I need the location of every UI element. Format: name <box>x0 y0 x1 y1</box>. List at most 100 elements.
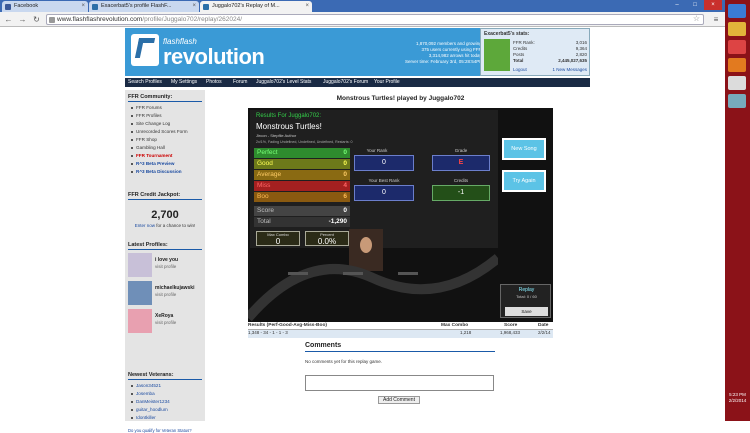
enter-text: for a chance to win! <box>156 223 196 228</box>
community-title: FFR Community: <box>128 94 173 100</box>
score-label: Score <box>257 207 274 214</box>
new-song-button[interactable]: New Song <box>502 138 546 160</box>
nav-my-settings[interactable]: My Settings <box>171 78 197 87</box>
site-stats: 1,870,092 members and growing! 375 users… <box>393 41 483 65</box>
profile-name[interactable]: i love you <box>155 257 178 263</box>
stat-row: Total 2,445,027,635 <box>513 58 589 63</box>
link-text[interactable]: Site Change Log <box>136 121 170 126</box>
tab-facebook[interactable]: Facebook × <box>2 1 88 12</box>
table-row: 1,348 - 34 - 1 - 1 - 3 1,218 1,968,433 2… <box>248 330 553 338</box>
ie-icon[interactable] <box>728 4 746 18</box>
logout-link[interactable]: Logout <box>513 67 527 72</box>
maximize-icon[interactable]: □ <box>686 0 704 10</box>
nav-forum[interactable]: Forum <box>233 78 247 87</box>
save-button[interactable]: Save <box>505 307 548 316</box>
judgement-label: Perfect <box>257 149 278 156</box>
app-icon[interactable] <box>728 94 746 108</box>
app-icon[interactable] <box>728 76 746 90</box>
tab-replay[interactable]: Juggalo702's Replay of M... × <box>200 1 312 12</box>
bullet-icon <box>131 170 133 173</box>
header-score: Score <box>504 323 518 328</box>
veteran-link: Idontkiller <box>131 415 156 420</box>
system-clock[interactable]: 5:23 PM 2/2/2014 <box>725 392 750 404</box>
best-rank-value: 0 <box>354 185 414 201</box>
minimize-icon[interactable]: – <box>668 0 686 10</box>
add-comment-button[interactable]: Add Comment <box>378 396 420 404</box>
link-text[interactable]: Idontkiller <box>136 415 156 420</box>
link-text[interactable]: FFR Tournament <box>136 153 172 158</box>
comment-input[interactable] <box>305 375 494 391</box>
link-text[interactable]: FFR Forums <box>136 105 162 110</box>
link-text[interactable]: Gambling Hall <box>136 145 165 150</box>
close-icon[interactable]: × <box>305 1 309 12</box>
close-icon[interactable]: × <box>81 1 85 12</box>
menu-icon[interactable]: ≡ <box>711 14 721 25</box>
link-text[interactable]: R^3 Beta Preview <box>136 161 174 166</box>
percent-box: Percent 0.0% <box>305 231 349 246</box>
link-text[interactable]: Jason34521 <box>136 383 161 388</box>
replay-total: Total: 0 / 60 <box>516 294 537 299</box>
rank-value: 0 <box>354 155 414 171</box>
chrome-icon[interactable] <box>728 40 746 54</box>
veteran-status-link[interactable]: Do you qualify for Veteran Status? <box>128 428 192 433</box>
reload-icon[interactable]: ↻ <box>31 14 42 25</box>
visit-profile-link[interactable]: visit profile <box>155 264 176 269</box>
link-text[interactable]: FFR Profiles <box>136 113 162 118</box>
profile-name[interactable]: XeRoya <box>155 313 173 319</box>
link-text[interactable]: R^3 Beta Discussion <box>136 169 182 174</box>
firefox-icon[interactable] <box>728 58 746 72</box>
nav-search-profiles[interactable]: Search Profiles <box>128 78 162 87</box>
latest-profile[interactable]: XeRoya visit profile <box>128 309 202 333</box>
messages-link[interactable]: 1 New Messages <box>552 67 587 72</box>
profile-picture[interactable] <box>128 309 152 333</box>
user-avatar[interactable] <box>484 39 510 71</box>
total-value: -1,290 <box>328 218 347 225</box>
nav-level-stats[interactable]: Juggalo702's Level Stats <box>256 78 311 87</box>
star-icon[interactable]: ☆ <box>693 15 700 24</box>
enter-now-link[interactable]: Enter now <box>135 223 155 228</box>
note-lanes-graphic <box>248 254 498 322</box>
veteran-link: guitar_hoodlum <box>131 407 168 412</box>
site-header: flashflash revolution 1,870,092 members … <box>125 28 590 76</box>
cell-score: 1,968,433 <box>500 330 521 335</box>
nav-your-profile[interactable]: Your Profile <box>374 78 400 87</box>
max-combo-box: Max Combo 0 <box>256 231 300 246</box>
forward-icon[interactable]: → <box>17 14 28 25</box>
ffr-icon <box>92 3 98 10</box>
ffr-logo[interactable] <box>131 34 159 66</box>
url-path: /profile/Juggalo702/replay/262024/ <box>142 16 243 23</box>
score-value: 0 <box>343 207 347 214</box>
address-bar[interactable]: www.flashflashrevolution.com/profile/Jug… <box>46 14 704 25</box>
nav-user-forum[interactable]: Juggalo702's Forum <box>323 78 368 87</box>
tab-profile[interactable]: Exacerbat5's profile FlashF... × <box>89 1 199 12</box>
link-text[interactable]: guitar_hoodlum <box>136 407 168 412</box>
visit-profile-link[interactable]: visit profile <box>155 320 176 325</box>
profile-picture[interactable] <box>128 253 152 277</box>
profile-name[interactable]: michaelkujawski <box>155 285 194 291</box>
link-text[interactable]: DanMeister1234 <box>136 399 170 404</box>
latest-profile[interactable]: michaelkujawski visit profile <box>128 281 202 305</box>
link-text[interactable]: Unrecorded Scores Form <box>136 129 188 134</box>
link-text[interactable]: FFR Shop <box>136 137 157 142</box>
page-icon <box>49 17 55 23</box>
bullet-icon <box>131 146 133 149</box>
bullet-icon <box>131 106 133 109</box>
back-icon[interactable]: ← <box>3 14 14 25</box>
cell-results: 1,348 - 34 - 1 - 1 - 3 <box>248 330 288 335</box>
visit-profile-link[interactable]: visit profile <box>155 292 176 297</box>
try-again-button[interactable]: Try Again <box>502 170 546 192</box>
sidebar-link: R^3 Beta Preview <box>131 161 174 166</box>
profile-picture[interactable] <box>128 281 152 305</box>
latest-profile[interactable]: i love you visit profile <box>128 253 202 277</box>
replay-game[interactable]: Results For Juggalo702: Monstrous Turtle… <box>248 108 553 322</box>
close-icon[interactable]: × <box>192 1 196 12</box>
nav-photos[interactable]: Photos <box>206 78 222 87</box>
close-window-icon[interactable]: × <box>704 0 722 10</box>
stats-line: Server time: February 3rd, 05:28:54PM <box>404 59 483 64</box>
judgement-boo: Boo 6 <box>254 192 350 202</box>
clock-date: 2/2/2014 <box>728 398 747 403</box>
link-text[interactable]: Josemba <box>136 391 155 396</box>
divider <box>128 379 202 380</box>
judgement-label: Average <box>257 171 282 178</box>
folder-icon[interactable] <box>728 22 746 36</box>
